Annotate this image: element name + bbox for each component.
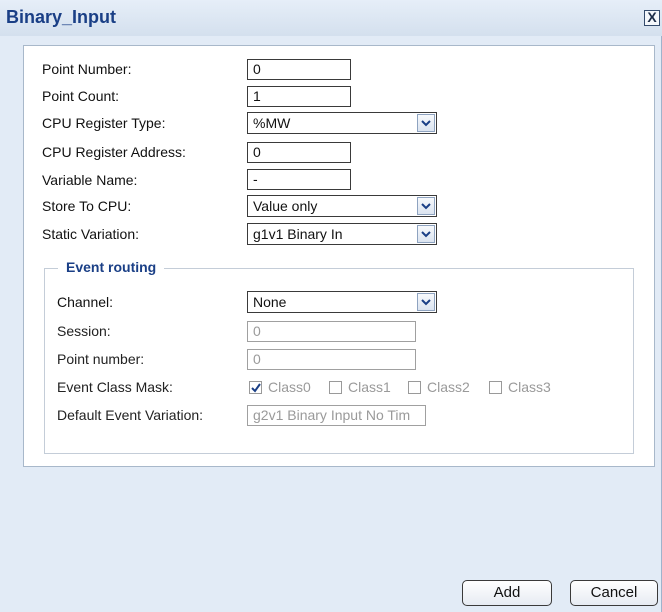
chevron-down-icon [417,293,435,311]
class2-checkbox[interactable] [408,381,421,394]
class0-label: Class0 [268,379,311,395]
point-count-label: Point Count: [42,88,120,104]
default-event-variation-input[interactable]: g2v1 Binary Input No Tim [247,405,426,426]
session-input[interactable]: 0 [247,321,416,342]
cpu-register-address-input[interactable]: 0 [247,142,351,163]
static-variation-value: g1v1 Binary In [253,226,343,242]
class0-checkbox[interactable] [249,381,262,394]
session-label: Session: [57,323,111,339]
event-point-number-label: Point number: [57,351,145,367]
event-routing-legend: Event routing [58,259,165,275]
dialog-title: Binary_Input [6,7,117,27]
cpu-register-type-value: %MW [253,115,291,131]
class2-label: Class2 [427,379,470,395]
chevron-down-icon [417,114,435,132]
class1-checkbox[interactable] [329,381,342,394]
point-number-input[interactable]: 0 [247,59,351,80]
store-to-cpu-label: Store To CPU: [42,198,132,214]
variable-name-label: Variable Name: [42,172,138,188]
static-variation-select[interactable]: g1v1 Binary In [247,223,437,245]
channel-value: None [253,294,287,310]
class3-checkbox[interactable] [489,381,502,394]
class3-label: Class3 [508,379,551,395]
event-class-mask-label: Event Class Mask: [57,379,173,395]
variable-name-input[interactable]: - [247,169,351,190]
event-class-mask-group: Class0 Class1 Class2 Class3 [249,379,579,397]
binary-input-dialog: Binary_Input X Point Number: 0 Point Cou… [0,0,662,612]
chevron-down-icon [417,197,435,215]
channel-label: Channel: [57,294,114,310]
close-button[interactable]: X [644,10,660,26]
event-point-number-input[interactable]: 0 [247,349,416,370]
default-event-variation-label: Default Event Variation: [57,407,204,423]
close-icon: X [647,9,657,25]
cancel-button[interactable]: Cancel [570,580,658,606]
channel-select[interactable]: None [247,291,437,313]
cpu-register-type-select[interactable]: %MW [247,112,437,134]
class1-label: Class1 [348,379,391,395]
point-number-label: Point Number: [42,61,132,77]
chevron-down-icon [417,225,435,243]
store-to-cpu-value: Value only [253,198,318,214]
title-bar: Binary_Input X [0,0,662,36]
add-button[interactable]: Add [462,580,552,606]
cpu-register-address-label: CPU Register Address: [42,144,186,160]
point-count-input[interactable]: 1 [247,86,351,107]
cpu-register-type-label: CPU Register Type: [42,115,166,131]
static-variation-label: Static Variation: [42,226,140,242]
store-to-cpu-select[interactable]: Value only [247,195,437,217]
